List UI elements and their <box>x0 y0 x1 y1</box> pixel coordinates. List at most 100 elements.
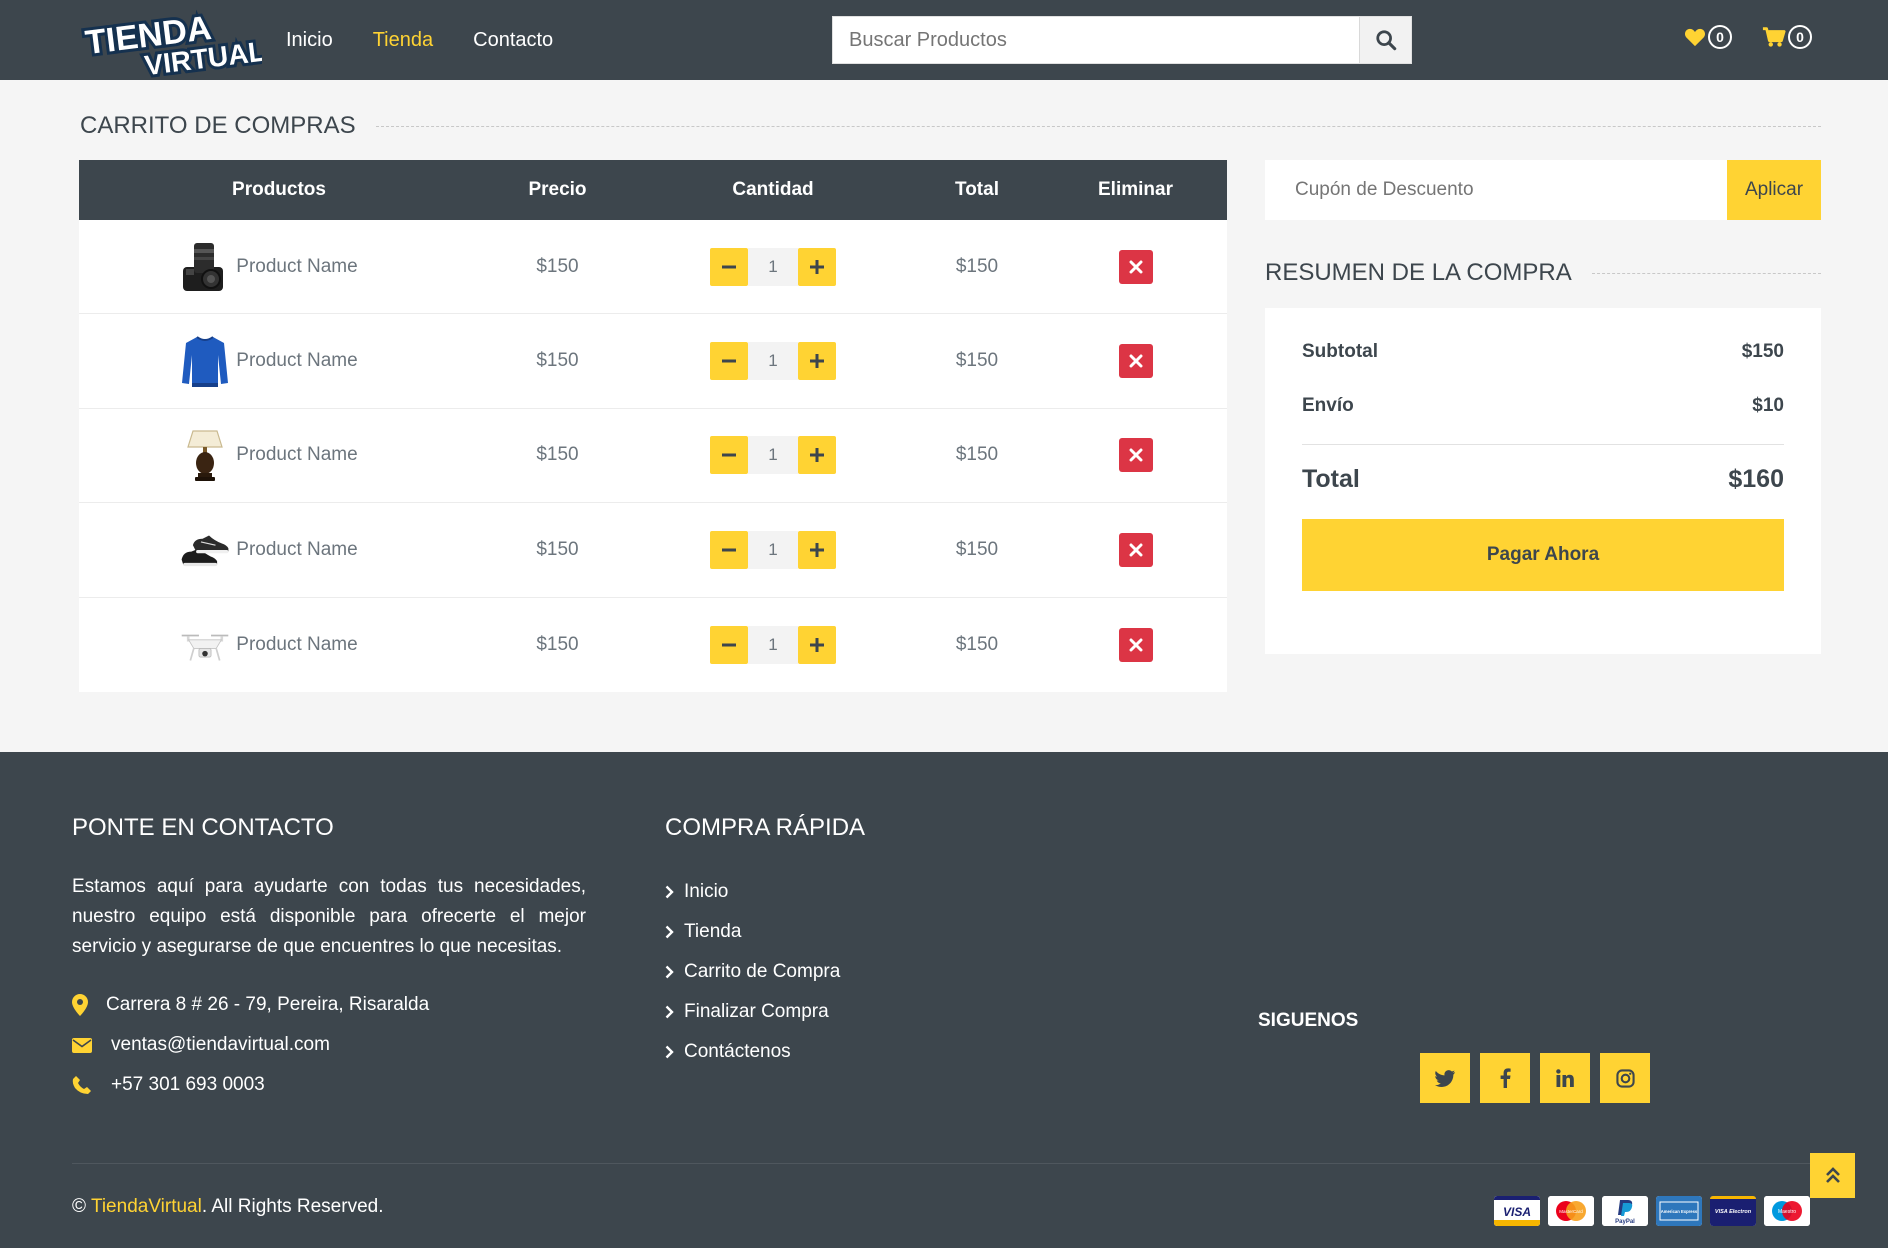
remove-cell <box>1044 438 1227 473</box>
quantity-input[interactable]: 1 <box>748 247 798 286</box>
chevron-right-icon <box>665 965 674 979</box>
coupon-form: Aplicar <box>1265 160 1821 220</box>
total-row: Total $160 <box>1302 463 1784 495</box>
increase-qty-button[interactable] <box>798 342 836 381</box>
cart-section-title: CARRITO DE COMPRAS <box>80 110 1821 142</box>
remove-cell <box>1044 344 1227 379</box>
linkedin-button[interactable] <box>1540 1053 1590 1103</box>
remove-item-button[interactable] <box>1118 532 1153 567</box>
logo[interactable]: TIENDA VIRTUAL <box>80 4 270 84</box>
mastercard-icon: MasterCard <box>1548 1196 1594 1226</box>
subtotal-label: Subtotal <box>1302 341 1378 362</box>
coupon-input[interactable] <box>1265 160 1727 220</box>
phone-icon <box>72 1076 91 1094</box>
footer-link-carrito[interactable]: Carrito de Compra <box>665 952 840 992</box>
summary-title: RESUMEN DE LA COMPRA <box>1265 259 1572 286</box>
remove-cell <box>1044 532 1227 567</box>
search-bar <box>832 16 1412 64</box>
decrease-qty-button[interactable] <box>710 247 748 286</box>
title-divider <box>1591 272 1821 274</box>
back-to-top-button[interactable] <box>1810 1153 1855 1198</box>
nav-inicio[interactable]: Inicio <box>286 29 333 52</box>
phone-text[interactable]: +57 301 693 0003 <box>111 1074 265 1096</box>
increase-qty-button[interactable] <box>798 247 836 286</box>
search-input[interactable] <box>833 17 1359 63</box>
wishlist-count-badge: 0 <box>1708 25 1732 49</box>
product-name[interactable]: Product Name <box>236 444 357 466</box>
address-info: Carrera 8 # 26 - 79, Pereira, Risaralda <box>72 994 429 1016</box>
search-button[interactable] <box>1359 17 1411 63</box>
product-name[interactable]: Product Name <box>236 256 357 278</box>
linkedin-icon <box>1556 1069 1574 1087</box>
footer-link-inicio[interactable]: Inicio <box>665 872 840 912</box>
cart-button[interactable]: 0 <box>1762 25 1812 49</box>
increase-qty-button[interactable] <box>798 436 836 475</box>
product-name[interactable]: Product Name <box>236 539 357 561</box>
table-row: Product Name $150 1 $150 <box>79 598 1227 692</box>
pay-now-button[interactable]: Pagar Ahora <box>1302 519 1784 591</box>
twitter-button[interactable] <box>1420 1053 1470 1103</box>
minus-icon <box>722 548 736 552</box>
summary-divider <box>1302 444 1784 445</box>
decrease-qty-button[interactable] <box>710 436 748 475</box>
twitter-icon <box>1435 1069 1455 1087</box>
product-price: $150 <box>536 350 579 372</box>
footer-link-finalizar[interactable]: Finalizar Compra <box>665 992 840 1032</box>
plus-icon <box>810 542 824 557</box>
remove-item-button[interactable] <box>1118 344 1153 379</box>
paypal-icon: PayPal <box>1602 1196 1648 1226</box>
shipping-row: Envío $10 <box>1302 392 1784 420</box>
plus-icon <box>810 637 824 652</box>
mastercard-label: MasterCard <box>1559 1209 1583 1214</box>
footer-link-label: Contáctenos <box>684 1041 791 1062</box>
camera-icon <box>180 238 230 296</box>
quick-links: Inicio Tienda Carrito de Compra Finaliza… <box>665 872 840 1072</box>
product-price: $150 <box>536 633 579 655</box>
product-total: $150 <box>955 350 999 372</box>
product-price: $150 <box>536 444 579 466</box>
email-info: ventas@tiendavirtual.com <box>72 1034 330 1056</box>
phone-info: +57 301 693 0003 <box>72 1074 265 1096</box>
header-icons: 0 0 <box>1684 25 1812 49</box>
product-cell: Product Name <box>79 521 479 579</box>
quantity-input[interactable]: 1 <box>748 530 798 569</box>
product-price: $150 <box>536 255 579 277</box>
footer-link-contactenos[interactable]: Contáctenos <box>665 1032 840 1072</box>
email-text[interactable]: ventas@tiendavirtual.com <box>111 1034 330 1056</box>
quantity-input[interactable]: 1 <box>748 625 798 664</box>
copyright: © TiendaVirtual. All Rights Reserved. <box>72 1196 383 1218</box>
nav-contacto[interactable]: Contacto <box>473 29 553 52</box>
quantity-input[interactable]: 1 <box>748 342 798 381</box>
decrease-qty-button[interactable] <box>710 625 748 664</box>
increase-qty-button[interactable] <box>798 530 836 569</box>
subtotal-value: $150 <box>1741 341 1784 362</box>
product-name[interactable]: Product Name <box>236 634 357 656</box>
decrease-qty-button[interactable] <box>710 530 748 569</box>
decrease-qty-button[interactable] <box>710 342 748 381</box>
instagram-icon <box>1615 1068 1635 1088</box>
minus-icon <box>722 643 736 647</box>
nav-tienda[interactable]: Tienda <box>373 29 433 52</box>
quantity-input[interactable]: 1 <box>748 436 798 475</box>
table-row: Product Name $150 1 $150 <box>79 314 1227 409</box>
increase-qty-button[interactable] <box>798 625 836 664</box>
table-row: Product Name $150 1 $150 <box>79 220 1227 315</box>
instagram-button[interactable] <box>1600 1053 1650 1103</box>
product-total: $150 <box>955 633 999 655</box>
apply-coupon-button[interactable]: Aplicar <box>1727 160 1821 220</box>
remove-item-button[interactable] <box>1118 627 1153 662</box>
shoes-icon <box>180 521 230 579</box>
remove-item-button[interactable] <box>1118 249 1153 284</box>
remove-item-button[interactable] <box>1118 438 1153 473</box>
chevron-right-icon <box>665 1045 674 1059</box>
shipping-value: $10 <box>1752 395 1784 416</box>
facebook-icon <box>1500 1068 1511 1088</box>
social-links <box>1420 1053 1650 1103</box>
paypal-label: PayPal <box>1615 1219 1635 1225</box>
copyright-brand-link[interactable]: TiendaVirtual <box>91 1196 202 1217</box>
wishlist-button[interactable]: 0 <box>1684 25 1732 49</box>
product-name[interactable]: Product Name <box>236 350 357 372</box>
facebook-button[interactable] <box>1480 1053 1530 1103</box>
footer-link-tienda[interactable]: Tienda <box>665 912 840 952</box>
col-precio: Precio <box>528 179 587 200</box>
